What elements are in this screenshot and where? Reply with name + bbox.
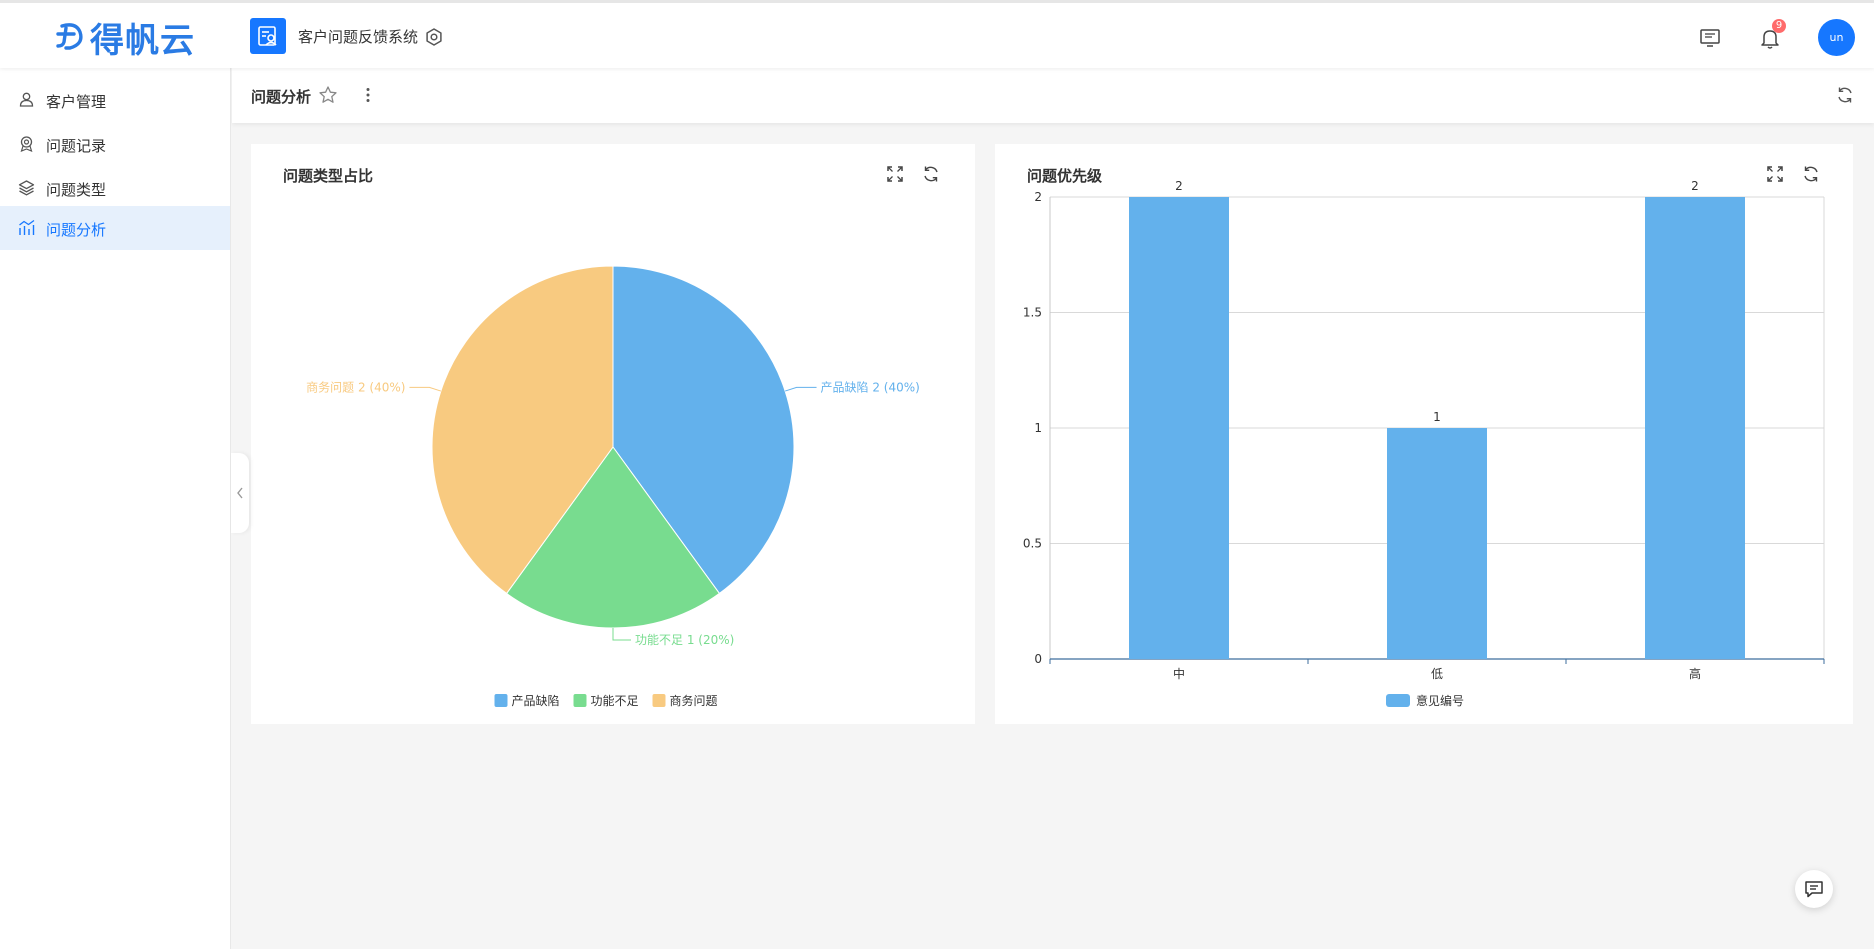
notification-badge: 9 [1772,19,1786,33]
pie-leader-line [784,386,817,392]
bar[interactable] [1129,197,1229,659]
bar-chart-card: 0 0.5 1 1.5 2 2 中 1 低 2 高意见编号 问题优先级 [995,144,1853,724]
bar-value-label: 2 [1175,179,1183,193]
sidebar-collapse-button[interactable] [231,453,249,533]
bar[interactable] [1387,428,1487,659]
pie-slice-label: 商务问题 2 (40%) [306,379,405,394]
legend-item[interactable]: 产品缺陷 [494,693,560,708]
user-icon [19,92,34,107]
sidebar-item-issue-types[interactable]: 问题类型 [0,166,230,210]
sidebar-item-issue-analysis[interactable]: 问题分析 [0,206,230,250]
legend-swatch [573,694,587,707]
avatar[interactable]: un [1818,19,1855,56]
top-header: 得帆云 客户问题反馈系统 9 un [0,0,1874,68]
chat-icon [1805,881,1823,898]
legend-label: 产品缺陷 [512,693,560,708]
card-title: 问题优先级 [1027,167,1103,185]
logo-mark-icon [56,23,83,50]
sidebar-item-label: 客户管理 [46,93,107,111]
legend-label: 商务问题 [670,693,718,708]
x-tick-label: 高 [1689,666,1701,681]
fullscreen-icon[interactable] [885,164,905,184]
sidebar-item-issue-records[interactable]: 问题记录 [0,122,230,166]
app-title: 客户问题反馈系统 [298,28,419,46]
pie-chart: 产品缺陷 2 (40%) 功能不足 1 (20%) 商务问题 2 (40%) 产品缺陷… [306,265,920,708]
medal-icon [20,136,33,152]
refresh-icon[interactable] [1801,164,1821,184]
pie-slice-label: 产品缺陷 2 (40%) [821,379,920,394]
chart-icon [19,219,35,235]
bar-value-label: 2 [1691,179,1699,193]
x-tick-label: 低 [1431,667,1443,681]
legend-label: 意见编号 [1416,693,1464,708]
refresh-icon[interactable] [1835,85,1855,105]
sidebar-item-label: 问题记录 [46,137,107,155]
chat-button[interactable] [1795,870,1833,908]
legend-item[interactable]: 功能不足 [573,694,639,708]
bar-value-label: 1 [1433,410,1441,424]
pie-slice-label: 功能不足 1 (20%) [635,633,734,647]
y-tick-label: 1 [1034,421,1042,435]
layers-icon [18,180,35,196]
sidebar: 客户管理 问题记录 问题类型 问题分析 [0,68,231,949]
bar-chart: 0 0.5 1 1.5 2 2 中 1 低 2 高意见编号 [1023,179,1825,708]
legend-item[interactable]: 意见编号 [1386,693,1464,708]
legend-item[interactable]: 商务问题 [652,693,718,708]
sidebar-item-customers[interactable]: 客户管理 [0,78,230,122]
legend-swatch [1386,694,1410,707]
bar[interactable] [1645,197,1745,659]
monitor-icon[interactable] [1698,26,1722,50]
chevron-left-icon [237,487,243,499]
logo-text: 得帆云 [90,20,195,61]
more-vertical-icon[interactable] [358,85,378,105]
pie-leader-line [409,386,442,392]
legend-swatch [652,694,666,707]
fullscreen-icon[interactable] [1765,164,1785,184]
y-tick-label: 0.5 [1023,537,1042,551]
pie-chart-card: 产品缺陷 2 (40%) 功能不足 1 (20%) 商务问题 2 (40%) 产品缺陷… [251,144,975,724]
star-icon[interactable] [318,85,338,105]
legend-swatch [494,694,508,707]
page-title: 问题分析 [251,88,312,106]
card-title: 问题类型占比 [283,167,374,185]
pie-leader-line [612,628,631,641]
x-tick-label: 中 [1173,666,1185,681]
refresh-icon[interactable] [921,164,941,184]
brand-logo[interactable]: 得帆云 [54,17,195,61]
gear-icon[interactable] [424,27,444,47]
legend-label: 功能不足 [591,694,639,708]
y-tick-label: 0 [1034,652,1042,666]
app-feedback-icon [258,26,277,46]
page-header: 问题分析 [232,68,1874,123]
sidebar-item-label: 问题类型 [46,181,107,199]
sidebar-item-label: 问题分析 [46,221,107,239]
y-tick-label: 2 [1034,190,1042,204]
y-tick-label: 1.5 [1023,306,1042,320]
app-badge[interactable] [250,18,286,54]
